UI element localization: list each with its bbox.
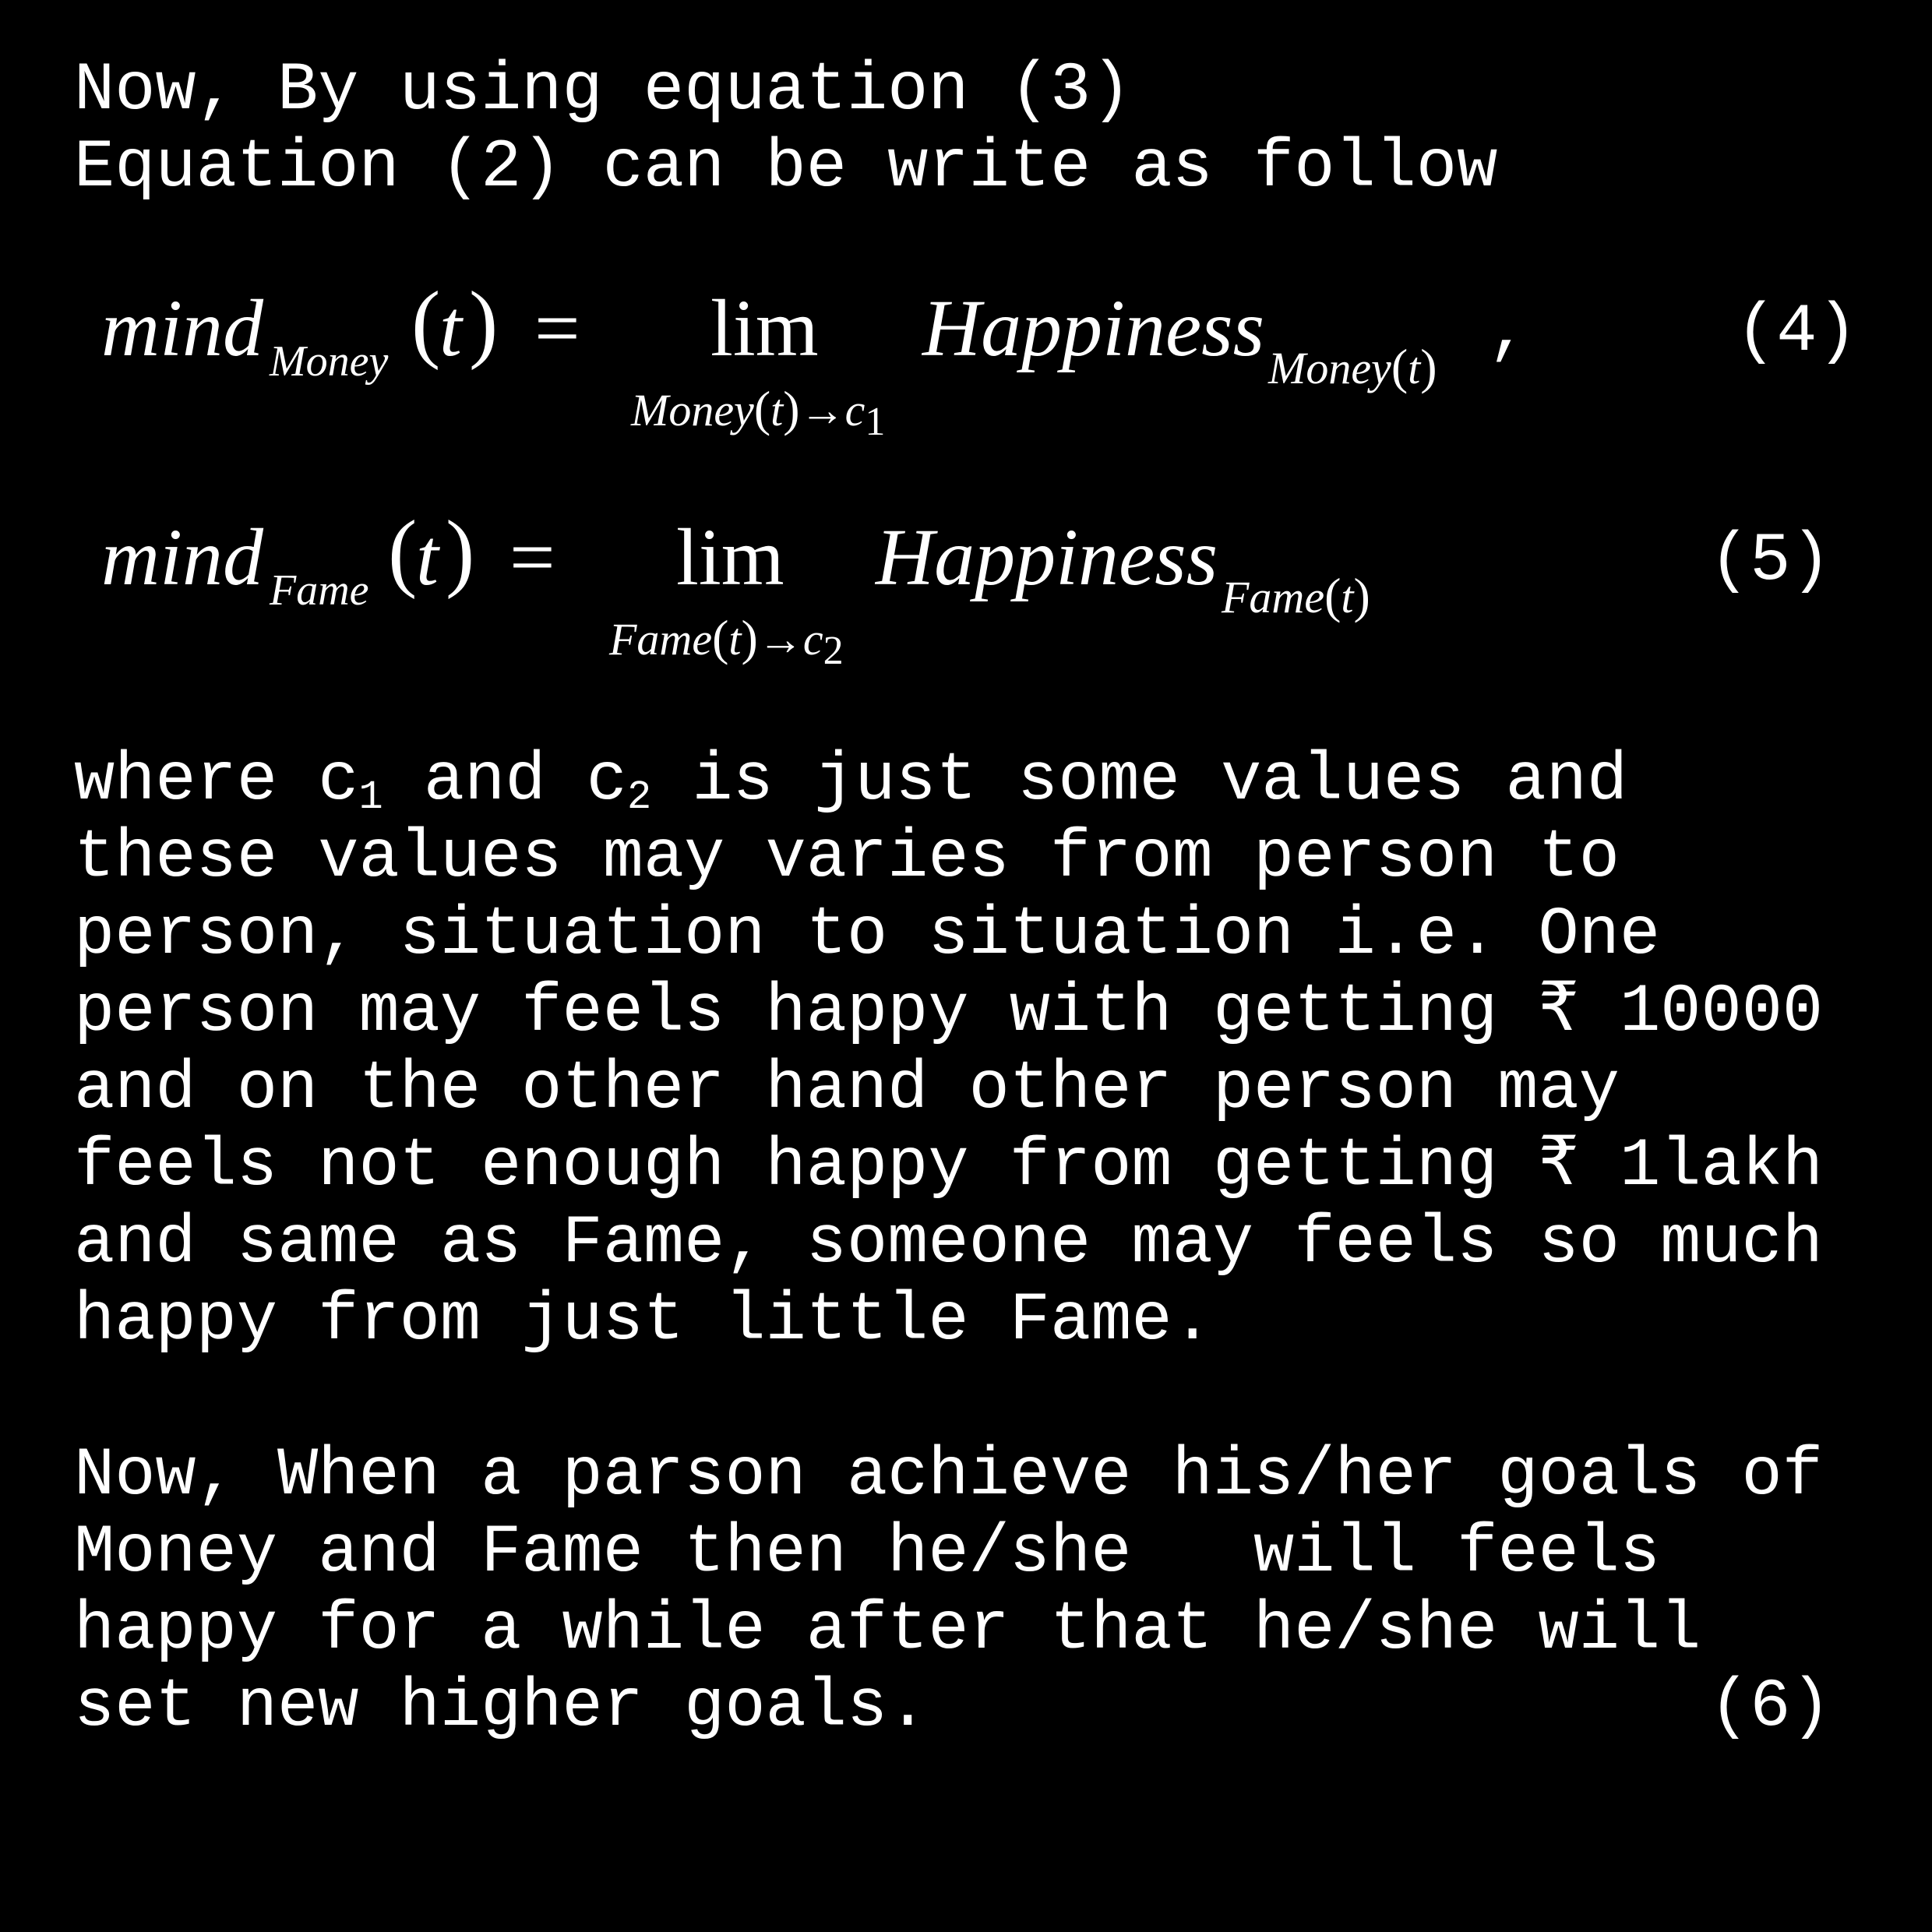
intro-line-1: Now, By using equation (3) — [74, 53, 1132, 129]
para1-line-5: and on the other hand other person may — [74, 1052, 1620, 1128]
eq4-lhs-fn: mind — [101, 284, 263, 373]
eq5-lim-arrow: → — [757, 614, 803, 665]
eq5-lhs-fn: mind — [101, 513, 263, 602]
eq5-lhs-sub: Fame — [270, 566, 369, 615]
eq4-lim-subscript: Money(t)→c1 — [631, 380, 885, 442]
eq4-lhs-close-paren: ) — [469, 274, 499, 371]
para1-sub-2: 2 — [626, 774, 652, 820]
eq5-lim-subscript: Fame(t)→c2 — [609, 609, 844, 672]
eq5-number: (5) — [1709, 524, 1832, 600]
para1-line-7: and same as Fame, someone may feels so m… — [74, 1206, 1823, 1282]
eq5-lim-var: Fame — [609, 614, 713, 665]
eq4-lim: lim — [710, 284, 819, 373]
eq4-lim-close: ) — [783, 381, 800, 436]
eq5-rhs-open: ( — [1324, 568, 1341, 623]
para1-line-4: person may feels happy with getting ₹ 10… — [74, 975, 1824, 1051]
eq5-rhs-close: ) — [1353, 568, 1370, 623]
eq5-lim-open: ( — [712, 610, 729, 665]
para2-line-2: Money and Fame then he/she will feels — [74, 1515, 1661, 1592]
eq4-lhs-open-paren: ( — [411, 274, 441, 371]
eq5-lim-close: ) — [741, 610, 758, 665]
para1-line-6: feels not enough happy from getting ₹ 1l… — [74, 1129, 1824, 1205]
eq5-lim-arg: t — [728, 614, 742, 665]
eq5-rhs-sub-arg: t — [1341, 572, 1354, 622]
eq4-lim-arrow: → — [799, 385, 845, 435]
eq4-lim-target: c — [844, 385, 866, 435]
eq5-rhs-fn: Happiness — [876, 513, 1218, 602]
para2-number: (6) — [1709, 1669, 1832, 1746]
para1-line-1: where c1 and c2 is just some values and — [74, 743, 1627, 820]
eq4-rhs-open: ( — [1391, 339, 1408, 394]
eq5-rhs-sub-var: Fame — [1222, 572, 1325, 622]
eq4-rhs-sub-arg: t — [1408, 343, 1421, 393]
eq5-lhs-arg: t — [416, 513, 439, 602]
eq4-comma: , — [1488, 294, 1529, 371]
eq5-lim-target: c — [802, 614, 823, 665]
para1-sub-1: 1 — [358, 774, 383, 820]
para1-line-1-a: where c — [74, 743, 359, 820]
para2-line-1: Now, When a parson achieve his/her goals… — [74, 1438, 1823, 1514]
eq4-equals: = — [534, 284, 580, 373]
para1-line-3: person, situation to situation i.e. One — [74, 897, 1661, 974]
eq5-lim: lim — [676, 513, 784, 602]
eq4-rhs-close: ) — [1420, 339, 1437, 394]
eq4-rhs-fn: Happiness — [922, 284, 1265, 373]
intro-line-2: Equation (2) can be write as follow — [74, 130, 1498, 206]
eq4-rhs-subscript: Money(t) — [1268, 338, 1437, 396]
para1-line-1-b: and c — [383, 743, 627, 820]
eq4-lim-target-sub: 1 — [865, 400, 886, 444]
eq4-lim-arg: t — [770, 385, 784, 435]
eq4-lhs-sub: Money — [270, 337, 389, 386]
eq4-rhs-sub-var: Money — [1268, 343, 1391, 393]
eq4-number: (4) — [1736, 294, 1858, 371]
para1-line-1-c: is just some values and — [651, 743, 1628, 820]
para2-line-4: set new higher goals. — [74, 1669, 929, 1746]
para2-line-3: happy for a while after that he/she will — [74, 1592, 1701, 1669]
eq5-rhs-subscript: Fame(t) — [1222, 567, 1370, 625]
eq4-lim-var: Money — [631, 385, 754, 435]
eq5-lhs-close-paren: ) — [446, 503, 475, 600]
eq4-lhs-arg: t — [439, 284, 462, 373]
para1-line-8: happy from just little Fame. — [74, 1283, 1213, 1359]
para1-line-2: these values may varies from person to — [74, 820, 1620, 897]
eq5-equals: = — [509, 513, 555, 602]
eq5-lhs-open-paren: ( — [388, 503, 418, 600]
eq4-lim-open: ( — [753, 381, 771, 436]
eq5-lim-target-sub: 2 — [823, 629, 844, 673]
